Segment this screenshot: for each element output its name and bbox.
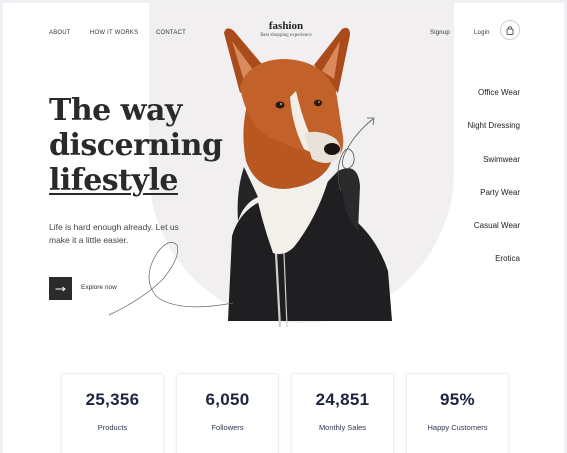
category-swimwear[interactable]: Swimwear bbox=[410, 154, 520, 187]
nav-about-link[interactable]: ABOUT bbox=[49, 30, 71, 36]
stat-label: Products bbox=[97, 423, 128, 432]
stat-value: 95% bbox=[440, 390, 475, 409]
stat-value: 24,851 bbox=[315, 390, 370, 409]
hero-heading-line-1: The way bbox=[49, 93, 182, 128]
hero-heading-line-2: discerning bbox=[49, 128, 223, 163]
stat-label: Followers bbox=[211, 423, 244, 432]
hero-heading-line-3: lifestyle bbox=[49, 163, 178, 198]
stat-card-happy-customers: 95% Happy Customers bbox=[406, 373, 509, 453]
hero-heading: The way discerning lifestyle bbox=[49, 93, 249, 198]
category-party-wear[interactable]: Party Wear bbox=[410, 187, 520, 220]
category-list: Office Wear Night Dressing Swimwear Part… bbox=[410, 87, 520, 287]
stat-card-products: 25,356 Products bbox=[61, 373, 164, 453]
decorative-swirl bbox=[108, 242, 234, 316]
category-night-dressing[interactable]: Night Dressing bbox=[410, 120, 520, 153]
explore-now-button[interactable] bbox=[49, 277, 72, 300]
stat-label: Happy Customers bbox=[427, 423, 488, 432]
nav-how-it-works-link[interactable]: HOW IT WORKS bbox=[90, 30, 138, 36]
category-office-wear[interactable]: Office Wear bbox=[410, 87, 520, 120]
stat-card-monthly-sales: 24,851 Monthly Sales bbox=[291, 373, 394, 453]
stat-value: 6,050 bbox=[205, 390, 250, 409]
shopping-bag-icon bbox=[506, 25, 514, 35]
shopping-bag-button[interactable] bbox=[500, 20, 520, 40]
category-casual-wear[interactable]: Casual Wear bbox=[410, 220, 520, 253]
signup-link[interactable]: Signup bbox=[430, 30, 450, 36]
landing-page: ABOUT HOW IT WORKS CONTACT fashion Best … bbox=[3, 3, 564, 453]
stat-value: 25,356 bbox=[85, 390, 140, 409]
decorative-arrow-icon bbox=[337, 117, 375, 192]
explore-now-label[interactable]: Explore now bbox=[81, 284, 117, 291]
stat-card-followers: 6,050 Followers bbox=[176, 373, 279, 453]
stat-label: Monthly Sales bbox=[318, 423, 367, 432]
category-erotica[interactable]: Erotica bbox=[410, 253, 520, 286]
nav-contact-link[interactable]: CONTACT bbox=[156, 30, 186, 36]
login-link[interactable]: Login bbox=[474, 30, 490, 36]
arrow-right-icon bbox=[55, 286, 66, 291]
